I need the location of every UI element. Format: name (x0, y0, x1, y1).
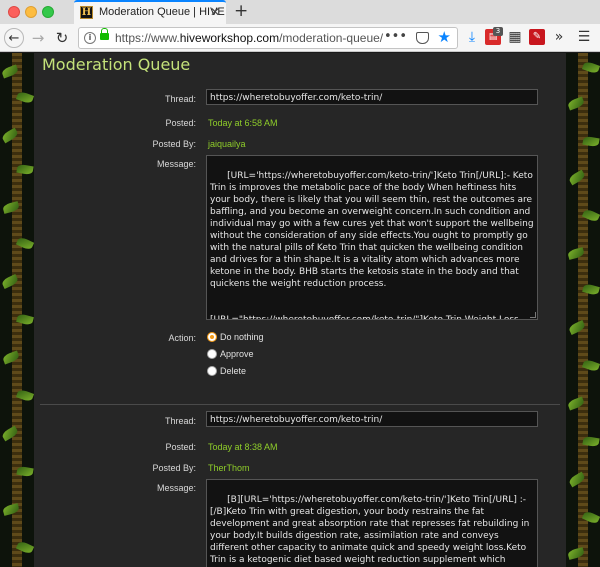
action-approve-label: Approve (220, 349, 254, 359)
message-label: Message: (156, 159, 196, 169)
posted-label: Posted: (165, 442, 196, 452)
extension-badge: 3 (493, 27, 503, 36)
posted-by-user-link[interactable]: TherThom (208, 463, 250, 473)
info-icon[interactable]: i (84, 32, 96, 44)
extension-grid-icon[interactable]: ▦ (507, 29, 523, 45)
item-divider (40, 404, 560, 405)
thread-url-field[interactable]: https://wheretobuyoffer.com/keto-trin/ (206, 89, 538, 105)
thread-label: Thread: (164, 416, 196, 426)
tab-title: Moderation Queue | HIVE (99, 6, 225, 18)
url-prefix: https://www. (115, 31, 180, 45)
url-text[interactable]: https://www.hiveworkshop.com/moderation-… (115, 31, 383, 45)
action-approve-radio[interactable]: Approve (207, 349, 254, 359)
action-do-nothing-radio[interactable]: Do nothing (207, 332, 264, 342)
extension-pen-icon[interactable]: ✎ (529, 29, 545, 45)
thread-url-field[interactable]: https://wheretobuyoffer.com/keto-trin/ (206, 411, 538, 427)
message-label: Message: (156, 483, 196, 493)
vine-border-right (566, 53, 600, 567)
minimize-window-button[interactable] (25, 6, 37, 18)
radio-empty-icon[interactable] (207, 366, 217, 376)
bookmark-star-icon[interactable]: ★ (438, 28, 451, 46)
radio-empty-icon[interactable] (207, 349, 217, 359)
address-bar[interactable]: i https://www.hiveworkshop.com/moderatio… (78, 27, 458, 49)
nav-toolbar: ← → ↻ i https://www.hiveworkshop.com/mod… (0, 24, 600, 52)
page-actions-icon[interactable]: ••• (384, 29, 407, 44)
browser-tab[interactable]: H Moderation Queue | HIVE ✕ (74, 0, 226, 24)
download-icon[interactable]: ⤓ (464, 29, 480, 45)
action-label: Action: (168, 333, 196, 343)
vine-border-left (0, 53, 34, 567)
action-delete-radio[interactable]: Delete (207, 366, 246, 376)
tab-bar: H Moderation Queue | HIVE ✕ + (0, 0, 600, 24)
close-window-button[interactable] (8, 6, 20, 18)
lock-icon[interactable] (100, 28, 109, 40)
back-arrow-icon[interactable]: ← (4, 28, 24, 48)
posted-by-label: Posted By: (152, 463, 196, 473)
hamburger-menu-icon[interactable]: ☰ (576, 29, 592, 45)
message-text: [B][URL='https://wheretobuyoffer.com/ket… (210, 495, 530, 565)
moderation-content: Moderation Queue Thread: https://whereto… (34, 53, 566, 567)
pocket-icon[interactable] (416, 32, 429, 44)
hive-favicon-icon: H (80, 6, 93, 19)
posted-label: Posted: (165, 118, 196, 128)
new-tab-icon[interactable]: + (234, 1, 248, 21)
forward-arrow-icon[interactable]: → (28, 28, 48, 48)
reload-icon[interactable]: ↻ (52, 28, 72, 48)
radio-selected-icon[interactable] (207, 332, 217, 342)
page-body: Moderation Queue Thread: https://whereto… (0, 53, 600, 567)
url-path: /moderation-queue/ (279, 31, 384, 45)
action-delete-label: Delete (220, 366, 247, 376)
message-text: [URL='https://wheretobuyoffer.com/keto-t… (210, 171, 534, 320)
thread-label: Thread: (164, 94, 196, 104)
resize-grip-icon[interactable] (530, 312, 536, 318)
message-textarea[interactable]: [B][URL='https://wheretobuyoffer.com/ket… (206, 479, 538, 567)
page-title: Moderation Queue (42, 55, 191, 74)
close-tab-icon[interactable]: ✕ (210, 5, 220, 19)
posted-time: Today at 6:58 AM (208, 118, 278, 128)
url-domain: hiveworkshop.com (179, 31, 280, 45)
posted-by-user-link[interactable]: jaiquailya (208, 139, 246, 149)
posted-by-label: Posted By: (152, 139, 196, 149)
zoom-window-button[interactable] (42, 6, 54, 18)
action-do-nothing-label: Do nothing (220, 332, 264, 342)
posted-time: Today at 8:38 AM (208, 442, 278, 452)
message-textarea[interactable]: [URL='https://wheretobuyoffer.com/keto-t… (206, 155, 538, 320)
overflow-chevron-icon[interactable]: » (551, 29, 567, 45)
